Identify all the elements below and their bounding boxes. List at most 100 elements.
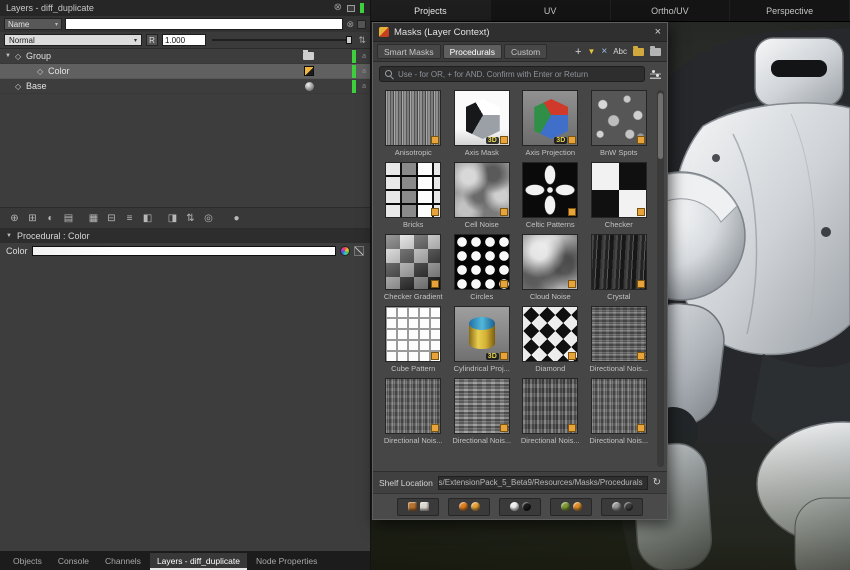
procedural-item[interactable]: 3D Crystal (587, 234, 651, 301)
collapse-icon[interactable]: ▼ (6, 233, 12, 239)
layer-search-input[interactable] (65, 18, 343, 30)
folder-icon[interactable] (650, 48, 661, 56)
panel-tab[interactable]: Console (51, 553, 96, 570)
procedural-item[interactable]: 3D Celtic Patterns (518, 162, 582, 229)
procedural-thumbnail[interactable]: 3D (522, 306, 578, 362)
panel-tab[interactable]: Layers - diff_duplicate (150, 553, 247, 570)
procedural-thumbnail[interactable]: 3D (591, 162, 647, 218)
filter-icon[interactable]: ▼ (587, 47, 595, 57)
shader-layer-icon[interactable]: ◧ (141, 212, 154, 225)
color-swatch[interactable] (32, 246, 336, 256)
mask-search-input[interactable] (398, 70, 639, 79)
procedural-item[interactable]: 3D Cell Noise (450, 162, 514, 229)
amount-slider[interactable] (210, 34, 354, 46)
procedural-thumbnail[interactable]: 3D (385, 234, 441, 290)
filter-options-icon[interactable] (357, 20, 366, 29)
slider-options-icon[interactable]: ⇅ (358, 35, 366, 46)
layer-expander-icon[interactable]: ▼ (5, 53, 15, 59)
procedural-item[interactable]: 3D Bricks (381, 162, 445, 229)
procedural-item[interactable]: 3D Directional Nois... (587, 378, 651, 445)
procedural-item[interactable]: 3D BnW Spots (587, 90, 651, 157)
shelf-preview-button[interactable] (499, 498, 541, 516)
viewport-tab[interactable]: Projects (371, 0, 491, 21)
scrollbar-thumb[interactable] (658, 93, 663, 159)
palette-titlebar[interactable]: Masks (Layer Context) × (373, 23, 667, 42)
cache-layer-icon[interactable]: ◎ (202, 212, 215, 225)
procedural-thumbnail[interactable]: 3D (385, 306, 441, 362)
procedural-thumbnail[interactable]: 3D (385, 162, 441, 218)
add-graph-icon[interactable]: ▦ (87, 212, 100, 225)
procedural-thumbnail[interactable]: 3D (522, 378, 578, 434)
amount-reset-button[interactable]: R (146, 34, 158, 46)
text-search-icon[interactable]: Abc (613, 47, 627, 57)
procedural-item[interactable]: 3D Checker (587, 162, 651, 229)
procedural-item[interactable]: 3D Diamond (518, 306, 582, 373)
slider-handle[interactable] (346, 36, 352, 44)
scrollbar[interactable] (657, 90, 664, 467)
layer-visibility-bar[interactable] (352, 65, 356, 78)
procedural-thumbnail[interactable]: 3D (385, 90, 441, 146)
shelf-preview-button[interactable] (448, 498, 490, 516)
curve-editor-icon[interactable] (354, 246, 364, 256)
shelf-preview-button[interactable] (550, 498, 592, 516)
panel-tab[interactable]: Objects (6, 553, 49, 570)
procedural-item[interactable]: 3D Directional Nois... (381, 378, 445, 445)
close-icon[interactable]: × (655, 27, 661, 38)
procedural-item[interactable]: 3D Axis Mask (450, 90, 514, 157)
procedural-thumbnail[interactable]: 3D (454, 90, 510, 146)
shelf-preview-button[interactable] (601, 498, 643, 516)
procedural-thumbnail[interactable]: 3D (454, 234, 510, 290)
procedural-thumbnail[interactable]: 3D (522, 90, 578, 146)
amount-input[interactable] (162, 34, 206, 46)
procedural-item[interactable]: 3D Cylindrical Proj... (450, 306, 514, 373)
layer-row[interactable]: ▼ ◇ Group a (0, 49, 370, 64)
shelf-preview-button[interactable] (397, 498, 439, 516)
procedural-thumbnail[interactable]: 3D (522, 234, 578, 290)
procedural-item[interactable]: 3D Checker Gradient (381, 234, 445, 301)
procedural-item[interactable]: 3D Directional Nois... (518, 378, 582, 445)
lock-layer-icon[interactable]: ● (230, 212, 243, 225)
shelf-path-field[interactable]: ri/Scripts/ExtensionPack_5_Beta9/Resourc… (438, 476, 648, 490)
clear-search-icon[interactable]: ⊗ (346, 20, 354, 29)
viewport-tab[interactable]: Ortho/UV (611, 0, 731, 21)
merge-layers-icon[interactable]: ≡ (123, 212, 136, 225)
remove-layer-icon[interactable]: ⊟ (105, 212, 118, 225)
procedural-item[interactable]: 3D Cloud Noise (518, 234, 582, 301)
panel-tab[interactable]: Node Properties (249, 553, 324, 570)
procedural-item[interactable]: 3D Axis Projection (518, 90, 582, 157)
layers-panel-titlebar[interactable]: Layers - diff_duplicate ⊗ (0, 0, 370, 16)
palette-tab[interactable]: Custom (504, 44, 547, 59)
viewport-tab[interactable]: Perspective (730, 0, 850, 21)
procedural-thumbnail[interactable]: 3D (591, 234, 647, 290)
add-procedural-icon[interactable]: ▤ (62, 212, 75, 225)
procedural-thumbnail[interactable]: 3D (591, 306, 647, 362)
add-shelf-item-icon[interactable]: + (575, 47, 581, 57)
clear-filter-icon[interactable]: × (601, 47, 607, 57)
mask-layer-icon[interactable]: ◨ (166, 212, 179, 225)
procedural-thumbnail[interactable]: 3D (454, 306, 510, 362)
new-folder-icon[interactable] (633, 48, 644, 56)
viewport-tab[interactable]: UV (491, 0, 611, 21)
procedural-item[interactable]: 3D Directional Nois... (450, 378, 514, 445)
procedural-item[interactable]: 3D Anisotropic (381, 90, 445, 157)
add-group-icon[interactable]: ⊞ (26, 212, 39, 225)
procedural-thumbnail[interactable]: 3D (522, 162, 578, 218)
procedural-thumbnail[interactable]: 3D (385, 378, 441, 434)
procedural-thumbnail[interactable]: 3D (591, 378, 647, 434)
move-layers-icon[interactable]: ⇅ (184, 212, 197, 225)
panel-close-icon[interactable]: ⊗ (334, 3, 342, 13)
blend-mode-dropdown[interactable]: Normal ▾ (4, 34, 142, 46)
panel-detach-icon[interactable] (347, 5, 355, 12)
procedural-section-header[interactable]: ▼ Procedural : Color (0, 229, 370, 243)
procedural-item[interactable]: 3D Cube Pattern (381, 306, 445, 373)
procedural-item[interactable]: 3D Directional Nois... (587, 306, 651, 373)
palette-tab[interactable]: Smart Masks (377, 44, 441, 59)
color-picker-icon[interactable] (340, 246, 350, 256)
filter-settings-icon[interactable] (650, 69, 661, 80)
layer-row[interactable]: ◇ Base a (0, 79, 370, 94)
layer-row[interactable]: ◇ Color a (0, 64, 370, 79)
search-box[interactable] (379, 66, 645, 82)
add-adjustment-icon[interactable]: ◐ (44, 212, 57, 225)
procedural-thumbnail[interactable]: 3D (591, 90, 647, 146)
procedural-thumbnail[interactable]: 3D (454, 162, 510, 218)
